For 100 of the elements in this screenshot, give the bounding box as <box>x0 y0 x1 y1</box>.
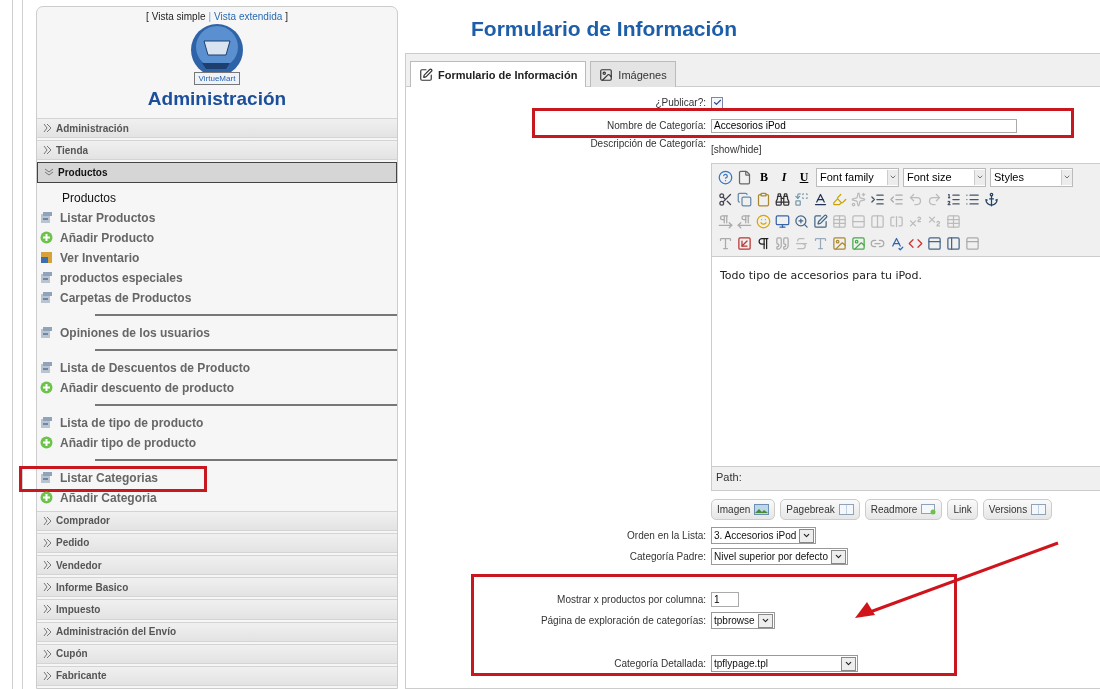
select-field[interactable]: tpbrowse <box>711 612 775 629</box>
pilcrow-icon[interactable] <box>756 235 771 251</box>
menu-link[interactable]: productos especiales <box>60 270 183 285</box>
binoculars-icon[interactable] <box>775 191 790 207</box>
view-option[interactable]: Vista simple <box>151 11 206 22</box>
menu-section-header[interactable]: Informe Basico <box>37 577 397 598</box>
strikethrough-icon[interactable] <box>794 235 809 251</box>
menu-link[interactable]: Lista de tipo de producto <box>60 415 204 430</box>
editor-button[interactable]: Link <box>947 499 978 520</box>
table-column-icon[interactable] <box>870 213 885 229</box>
scissors-icon[interactable] <box>718 191 733 207</box>
menu-section-header[interactable]: Productos <box>37 162 397 183</box>
image-icon[interactable] <box>851 235 866 251</box>
input-field[interactable]: Accesorios iPod <box>711 118 1017 133</box>
menu-link[interactable]: Listar Productos <box>60 210 156 225</box>
editor-button[interactable]: Readmore <box>864 499 943 520</box>
ltr-icon[interactable] <box>718 213 733 229</box>
superscript-icon[interactable] <box>908 213 923 229</box>
bullet-list-icon[interactable] <box>965 191 980 207</box>
help-icon[interactable] <box>718 169 733 185</box>
publish-checkbox[interactable] <box>711 96 723 109</box>
pages-icon <box>40 416 53 430</box>
rtl-icon[interactable] <box>737 213 752 229</box>
add-icon <box>40 491 53 505</box>
editor-button[interactable]: Versions <box>982 499 1053 520</box>
menu-section-header[interactable]: Pedido <box>37 532 397 553</box>
subscript-icon[interactable] <box>927 213 942 229</box>
preview-icon[interactable] <box>794 213 809 229</box>
toolbar-dropdown[interactable]: Styles <box>990 167 1073 187</box>
menu-section-header[interactable]: Administración <box>37 118 397 139</box>
chevron-right-icon <box>43 145 52 156</box>
indent-icon[interactable] <box>870 191 885 207</box>
format-button[interactable]: I <box>776 169 792 185</box>
format-button[interactable]: B <box>756 169 772 185</box>
path-label: Path: <box>716 471 742 483</box>
media-icon[interactable] <box>775 213 790 229</box>
menu-link[interactable]: Añadir Producto <box>60 230 154 245</box>
table-icon[interactable] <box>946 213 961 229</box>
layout-icon[interactable] <box>927 235 942 251</box>
field-label: Categoría Padre: <box>628 551 706 562</box>
caret-icon <box>844 659 853 668</box>
select-field[interactable]: 3. Accesorios iPod <box>711 527 817 544</box>
menu-section-header[interactable]: Impuesto <box>37 599 397 620</box>
input-field[interactable]: 1 <box>711 592 739 607</box>
editor-button[interactable]: Imagen <box>711 499 776 520</box>
chevron-right-icon <box>43 648 52 659</box>
menu-link[interactable]: Añadir descuento de producto <box>60 380 234 395</box>
numbered-list-icon[interactable] <box>946 191 961 207</box>
menu-section-header[interactable]: Fabricante <box>37 665 397 687</box>
menu-link[interactable]: Carpetas de Productos <box>60 290 192 305</box>
menu-link[interactable]: Añadir Categoria <box>60 490 157 505</box>
menu-link[interactable]: Listar Categorias <box>60 470 159 485</box>
spellcheck-icon[interactable] <box>889 235 904 251</box>
edit-icon[interactable] <box>813 213 828 229</box>
pages-icon <box>40 361 53 375</box>
tab[interactable]: Formulario de Información <box>410 61 587 87</box>
menu-link[interactable]: Opiniones de los usuarios <box>60 325 211 340</box>
menu-section-header[interactable]: Vendedor <box>37 554 397 576</box>
split-cells-icon[interactable] <box>889 213 904 229</box>
menu-section-header[interactable]: Administración del Envío <box>37 621 397 642</box>
caret-icon <box>976 173 984 181</box>
select-field[interactable]: tpflypage.tpl <box>711 655 858 672</box>
anchor-icon[interactable] <box>984 191 999 207</box>
toolbar-dropdown[interactable]: Font size <box>903 167 986 187</box>
format-button[interactable]: U <box>796 169 812 185</box>
inventory-icon <box>40 251 53 265</box>
undo-icon[interactable] <box>908 191 923 207</box>
toolbar-dropdown[interactable]: Font family <box>816 167 899 187</box>
clipboard-icon[interactable] <box>756 191 771 207</box>
caret-icon <box>760 616 770 625</box>
field-label: Categoría Detallada: <box>613 658 706 669</box>
menu-link[interactable]: Lista de Descuentos de Producto <box>60 360 251 375</box>
menu-section-header[interactable]: Comprador <box>37 510 397 531</box>
menu-section-header[interactable]: Cupón <box>37 643 397 664</box>
select-field[interactable]: Nivel superior por defecto <box>711 548 848 565</box>
text-color-icon[interactable] <box>813 191 828 207</box>
chevron-down-icon <box>44 168 54 177</box>
pages-icon <box>40 271 53 285</box>
pages-icon <box>40 326 53 340</box>
layout-icon[interactable] <box>946 235 961 251</box>
new-document-icon[interactable] <box>737 169 752 185</box>
editor-button[interactable]: Pagebreak <box>780 499 860 520</box>
page-plus-icon <box>921 504 937 515</box>
insert-icon[interactable] <box>737 235 752 251</box>
view-link[interactable]: Vista extendida <box>214 11 283 22</box>
pages-icon <box>40 211 53 225</box>
image-icon[interactable] <box>832 235 847 251</box>
caret-icon <box>1063 173 1071 181</box>
menu-link[interactable]: Añadir tipo de producto <box>60 435 196 450</box>
show-hide-link[interactable]: [show/hide] <box>711 144 1100 155</box>
page-title: Formulario de Información <box>471 17 739 41</box>
bracket: [ <box>145 11 149 22</box>
menu-link[interactable]: Ver Inventario <box>60 250 140 265</box>
font-icon[interactable] <box>718 235 733 251</box>
caret-icon <box>833 552 843 561</box>
tab[interactable]: Imágenes <box>590 61 676 87</box>
pages-icon <box>40 471 53 485</box>
table-row-icon[interactable] <box>851 213 866 229</box>
font-icon[interactable] <box>813 235 828 251</box>
menu-section-header[interactable]: Tienda <box>37 140 397 161</box>
